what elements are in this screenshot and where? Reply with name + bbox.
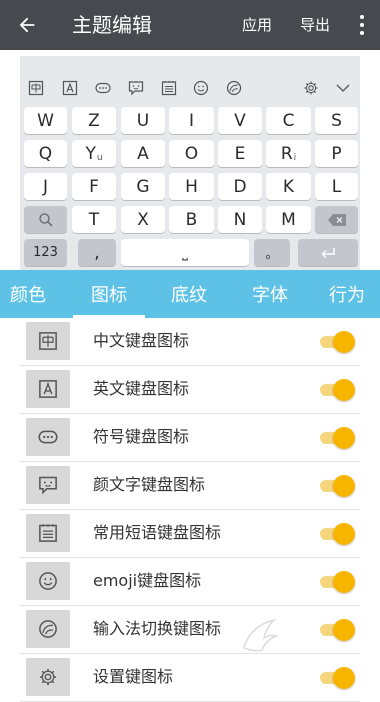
switch-input-icon[interactable] bbox=[225, 79, 243, 97]
list-item-label: 设置键图标 bbox=[93, 667, 174, 686]
chinese-keyboard-icon bbox=[26, 322, 70, 360]
list-item-label: 英文键盘图标 bbox=[93, 379, 190, 398]
emoticon-keyboard-icon bbox=[26, 466, 70, 504]
list-item-label: 中文键盘图标 bbox=[93, 331, 190, 350]
category-tabs: 颜色 图标 底纹 字体 行为 bbox=[0, 270, 380, 318]
key-v[interactable]: V bbox=[218, 107, 262, 134]
symbol-keyboard-icon[interactable] bbox=[94, 79, 112, 97]
list-item-label: 颜文字键盘图标 bbox=[93, 475, 206, 494]
phrase-keyboard-icon bbox=[26, 514, 70, 552]
key-i[interactable]: I bbox=[169, 107, 214, 134]
key-label: Y bbox=[85, 143, 96, 164]
key-sub-label: u bbox=[96, 152, 103, 163]
toggle-switch[interactable] bbox=[320, 523, 356, 545]
comma-key[interactable]: , bbox=[78, 239, 116, 266]
keyboard-preview: W Z U I V C S Q Yu A O E Ri P J F G H D … bbox=[20, 56, 360, 270]
key-e[interactable]: E bbox=[218, 140, 262, 167]
key-p[interactable]: P bbox=[315, 140, 358, 167]
key-h[interactable]: H bbox=[169, 173, 214, 200]
key-b[interactable]: B bbox=[169, 206, 214, 233]
search-key[interactable] bbox=[24, 206, 67, 233]
english-keyboard-icon[interactable] bbox=[61, 79, 79, 97]
key-n[interactable]: N bbox=[218, 206, 262, 233]
watermark-bird-icon bbox=[243, 618, 279, 652]
emoticon-keyboard-icon[interactable] bbox=[127, 79, 145, 97]
list-item[interactable]: 英文键盘图标 bbox=[20, 366, 360, 414]
back-button[interactable] bbox=[8, 6, 46, 44]
key-a[interactable]: A bbox=[121, 140, 165, 167]
export-button[interactable]: 导出 bbox=[300, 14, 330, 36]
chinese-keyboard-icon[interactable] bbox=[27, 79, 45, 97]
keyboard-toolbar bbox=[20, 74, 360, 102]
key-k[interactable]: K bbox=[266, 173, 311, 200]
settings-icon[interactable] bbox=[302, 79, 320, 97]
watermark-logo bbox=[236, 612, 356, 662]
list-item-label: 常用短语键盘图标 bbox=[93, 523, 222, 542]
toggle-switch[interactable] bbox=[320, 475, 356, 497]
toggle-switch[interactable] bbox=[320, 427, 356, 449]
chevron-down-icon[interactable] bbox=[334, 79, 352, 97]
key-sub-label: i bbox=[293, 152, 297, 163]
list-item-label: emoji键盘图标 bbox=[93, 571, 202, 590]
enter-key[interactable] bbox=[298, 239, 358, 266]
keyboard-preview-area: W Z U I V C S Q Yu A O E Ri P J F G H D … bbox=[0, 50, 380, 270]
list-item[interactable]: 颜文字键盘图标 bbox=[20, 462, 360, 510]
more-vertical-icon[interactable] bbox=[352, 12, 372, 38]
key-f[interactable]: F bbox=[72, 173, 116, 200]
switch-input-icon bbox=[26, 610, 70, 648]
list-item-label: 输入法切换键图标 bbox=[93, 619, 222, 638]
space-key[interactable]: ⎵ bbox=[121, 239, 249, 266]
list-item[interactable]: 符号键盘图标 bbox=[20, 414, 360, 462]
page-title: 主题编辑 bbox=[72, 13, 152, 37]
key-d[interactable]: D bbox=[218, 173, 262, 200]
list-item-label: 符号键盘图标 bbox=[93, 427, 190, 446]
enter-icon bbox=[321, 247, 335, 258]
key-y[interactable]: Yu bbox=[72, 140, 116, 167]
phrase-keyboard-icon[interactable] bbox=[160, 79, 178, 97]
key-s[interactable]: S bbox=[315, 107, 358, 134]
list-item[interactable]: emoji键盘图标 bbox=[20, 558, 360, 606]
toggle-switch[interactable] bbox=[320, 667, 356, 689]
key-m[interactable]: M bbox=[266, 206, 311, 233]
toggle-switch[interactable] bbox=[320, 379, 356, 401]
key-j[interactable]: J bbox=[24, 173, 67, 200]
tab-texture[interactable]: 底纹 bbox=[152, 270, 226, 318]
key-x[interactable]: X bbox=[121, 206, 165, 233]
key-u[interactable]: U bbox=[121, 107, 165, 134]
period-key[interactable]: 。 bbox=[254, 239, 290, 266]
symbol-keyboard-icon bbox=[26, 418, 70, 456]
tab-color[interactable]: 颜色 bbox=[0, 270, 56, 318]
search-icon bbox=[38, 212, 53, 227]
key-l[interactable]: L bbox=[315, 173, 358, 200]
number-key[interactable]: 123 bbox=[24, 239, 67, 266]
app-bar: 主题编辑 应用 导出 bbox=[0, 0, 380, 50]
key-c[interactable]: C bbox=[266, 107, 311, 134]
key-r[interactable]: Ri bbox=[266, 140, 311, 167]
list-item[interactable]: 常用短语键盘图标 bbox=[20, 510, 360, 558]
apply-button[interactable]: 应用 bbox=[242, 14, 272, 36]
key-t[interactable]: T bbox=[72, 206, 116, 233]
english-keyboard-icon bbox=[26, 370, 70, 408]
key-o[interactable]: O bbox=[169, 140, 214, 167]
toggle-switch[interactable] bbox=[320, 571, 356, 593]
key-g[interactable]: G bbox=[121, 173, 165, 200]
arrow-left-icon bbox=[19, 17, 35, 33]
toggle-switch[interactable] bbox=[320, 331, 356, 353]
emoji-icon bbox=[26, 562, 70, 600]
backspace-icon bbox=[327, 213, 346, 226]
list-item[interactable]: 中文键盘图标 bbox=[20, 318, 360, 366]
settings-icon bbox=[26, 658, 70, 696]
emoji-icon[interactable] bbox=[192, 79, 210, 97]
key-z[interactable]: Z bbox=[72, 107, 116, 134]
tab-behavior[interactable]: 行为 bbox=[314, 270, 380, 318]
key-w[interactable]: W bbox=[24, 107, 67, 134]
tab-font[interactable]: 字体 bbox=[233, 270, 307, 318]
key-label: R bbox=[280, 143, 293, 164]
delete-key[interactable] bbox=[315, 206, 358, 233]
key-q[interactable]: Q bbox=[24, 140, 67, 167]
tab-icon[interactable]: 图标 bbox=[73, 270, 145, 318]
